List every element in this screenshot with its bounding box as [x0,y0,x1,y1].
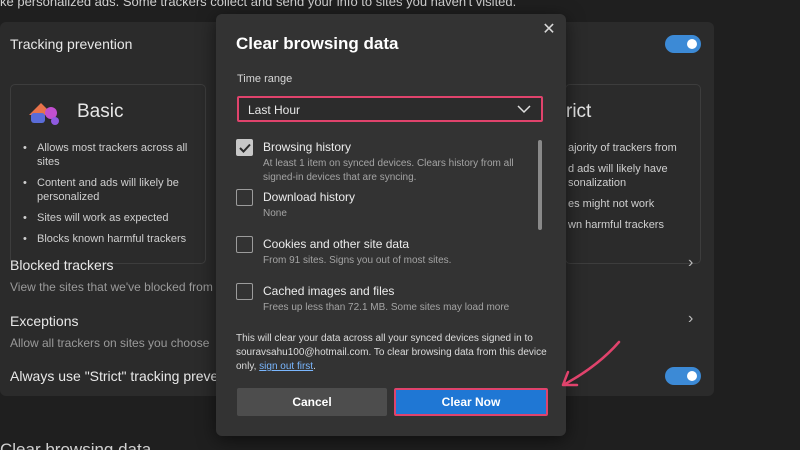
chevron-right-icon[interactable]: › [688,310,693,328]
option-label: Browsing history [263,140,352,154]
exceptions-subtitle: Allow all trackers on sites you choose [10,336,210,350]
sync-note: This will clear your data across all you… [236,332,551,374]
options-scrollbar[interactable] [538,140,542,230]
section-heading: Clear browsing data [0,440,152,450]
basic-mode-icon [29,103,59,125]
basic-mode-card[interactable]: Basic Allows most trackers across all si… [10,84,206,264]
exceptions-title[interactable]: Exceptions [10,313,78,329]
time-range-value: Last Hour [248,103,301,117]
option-description: From 91 sites. Signs you out of most sit… [263,255,452,266]
time-range-label: Time range [237,73,293,85]
option-description: Frees up less than 72.1 MB. Some sites m… [263,302,510,313]
cookies-checkbox[interactable] [236,236,253,253]
sign-out-link[interactable]: sign out first [259,361,313,372]
blocked-trackers-subtitle: View the sites that we've blocked from t… [10,280,231,294]
list-item: wn harmful trackers [550,218,700,232]
always-strict-toggle[interactable] [665,367,701,385]
page-intro-text: ke personalized ads. Some trackers colle… [0,0,517,9]
strict-mode-title: rict [566,101,592,122]
strict-mode-card[interactable]: rict ajority of trackers from d ads will… [552,84,701,264]
sync-note-end: . [313,361,316,372]
basic-mode-title: Basic [77,101,124,122]
chevron-down-icon [517,105,531,114]
tracking-prevention-toggle[interactable] [665,35,701,53]
option-label: Download history [263,190,356,204]
cancel-button[interactable]: Cancel [237,388,387,416]
basic-mode-bullets: Allows most trackers across all sites Co… [21,141,201,253]
clear-now-button[interactable]: Clear Now [394,388,548,416]
option-description: At least 1 item on synced devices. Clear… [263,158,514,183]
strict-mode-bullets: ajority of trackers from d ads will like… [550,141,700,239]
time-range-select[interactable]: Last Hour [237,96,543,122]
list-item: Allows most trackers across all sites [21,141,201,169]
checkmark-icon [239,143,251,153]
list-item: d ads will likely have sonalization [550,162,700,190]
browsing-history-checkbox[interactable] [236,139,253,156]
option-label: Cookies and other site data [263,237,410,251]
option-label: Cached images and files [263,284,395,298]
data-options-list: Browsing history At least 1 item on sync… [236,138,536,316]
tracking-prevention-title: Tracking prevention [10,36,133,52]
list-item: ajority of trackers from [550,141,700,155]
chevron-right-icon[interactable]: › [688,254,693,272]
cached-images-checkbox[interactable] [236,283,253,300]
list-item: Sites will work as expected [21,211,201,225]
blocked-trackers-title[interactable]: Blocked trackers [10,257,113,273]
option-description: None [263,208,287,219]
download-history-checkbox[interactable] [236,189,253,206]
list-item: Content and ads will likely be personali… [21,176,201,204]
close-icon[interactable]: ✕ [540,21,558,39]
annotation-arrow-icon [561,340,621,387]
clear-browsing-data-dialog: Clear browsing data ✕ Time range Last Ho… [216,14,566,436]
always-strict-title: Always use "Strict" tracking prevent [10,368,231,384]
list-item: es might not work [550,197,700,211]
list-item: Blocks known harmful trackers [21,232,201,246]
dialog-title: Clear browsing data [236,34,399,53]
